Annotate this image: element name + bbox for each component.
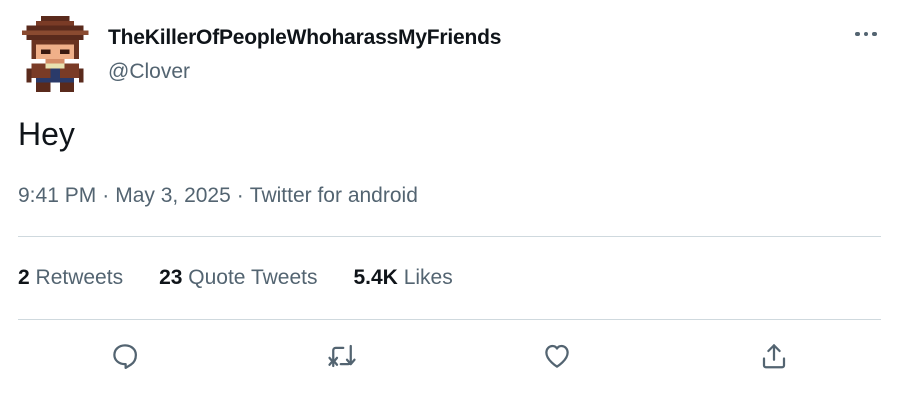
more-options-button[interactable] — [848, 22, 884, 46]
retweets-count: 2 — [18, 266, 30, 289]
like-icon — [545, 344, 569, 368]
divider — [18, 319, 881, 320]
retweet-icon — [328, 344, 356, 368]
author-handle[interactable]: @Clover — [108, 60, 190, 84]
tweet-actions — [0, 336, 900, 376]
author-display-name[interactable]: TheKillerOfPeopleWhoharassMyFriends — [108, 26, 501, 50]
tweet-date[interactable]: May 3, 2025 — [115, 184, 231, 207]
likes-count: 5.4K — [353, 266, 398, 289]
quote-tweets-count: 23 — [159, 266, 183, 289]
share-icon — [762, 344, 786, 369]
like-button[interactable] — [537, 336, 577, 376]
tweet-text: Hey — [18, 116, 75, 152]
meta-separator: · — [102, 184, 110, 207]
share-button[interactable] — [754, 336, 794, 376]
tweet-detail: TheKillerOfPeopleWhoharassMyFriends @Clo… — [0, 0, 900, 411]
tweet-meta: 9:41 PM · May 3, 2025 · Twitter for android — [18, 184, 418, 208]
avatar[interactable] — [20, 16, 90, 92]
quote-tweets-stat[interactable]: 23 Quote Tweets — [159, 266, 317, 290]
tweet-source[interactable]: Twitter for android — [250, 184, 418, 207]
more-dot-icon — [872, 31, 877, 37]
reply-icon — [113, 344, 137, 369]
more-dot-icon — [855, 31, 860, 37]
retweets-stat[interactable]: 2 Retweets — [18, 266, 123, 290]
likes-label: Likes — [403, 266, 453, 289]
engagement-stats: 2 Retweets 23 Quote Tweets 5.4K Likes — [18, 266, 489, 290]
retweets-label: Retweets — [35, 266, 124, 289]
likes-stat[interactable]: 5.4K Likes — [353, 266, 452, 290]
meta-separator: · — [236, 184, 244, 207]
retweet-button[interactable] — [322, 336, 362, 376]
more-dot-icon — [863, 31, 869, 37]
quote-tweets-label: Quote Tweets — [188, 266, 318, 289]
divider — [18, 236, 881, 237]
reply-button[interactable] — [105, 336, 145, 376]
tweet-time[interactable]: 9:41 PM — [18, 184, 96, 207]
